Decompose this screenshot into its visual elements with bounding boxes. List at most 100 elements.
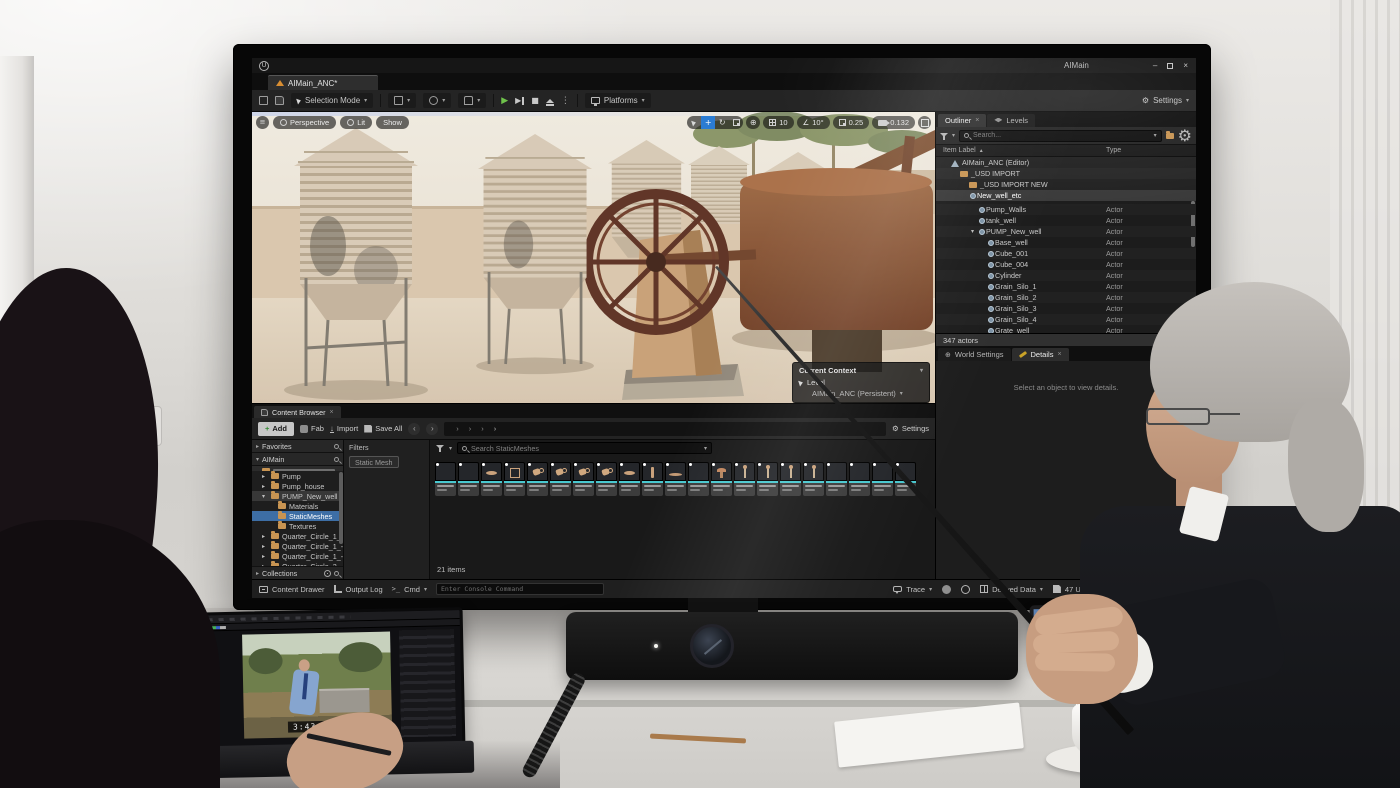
asset-tile[interactable]	[803, 462, 824, 496]
tab-levels[interactable]: Levels	[987, 114, 1035, 127]
folder-row[interactable]: ▸ Pump_house	[252, 481, 343, 491]
asset-tile[interactable]	[826, 462, 847, 496]
expand-arrow-icon[interactable]: ▸	[262, 473, 268, 480]
close-icon[interactable]: ×	[330, 409, 334, 416]
breadcrumb-segment[interactable]	[464, 424, 477, 433]
search-icon[interactable]	[334, 457, 339, 462]
outliner-row[interactable]: Cube_001 Actor	[936, 248, 1196, 259]
outliner-row[interactable]: Base_well Actor	[936, 237, 1196, 248]
chevron-down-icon[interactable]: ▾	[920, 367, 923, 374]
asset-tile[interactable]	[573, 462, 594, 496]
asset-tile[interactable]	[872, 462, 893, 496]
asset-tile[interactable]	[734, 462, 755, 496]
outliner-row[interactable]: Grate_well Actor	[936, 325, 1196, 333]
maximize-viewport-button[interactable]	[918, 116, 931, 129]
asset-tile[interactable]	[757, 462, 778, 496]
minimize-button[interactable]: –	[1153, 61, 1157, 70]
cmd-dropdown[interactable]: >_Cmd▾	[392, 585, 427, 594]
filter-icon[interactable]	[940, 132, 948, 140]
outliner-row[interactable]: ▾ PUMP_New_well Actor	[936, 226, 1196, 237]
play-button[interactable]: ▶	[501, 96, 508, 106]
folder-row[interactable]: ▸ Quarter_Circle_2_-_Col	[252, 561, 343, 566]
rotation-snap-control[interactable]: ∠10°	[797, 116, 830, 129]
stop-button[interactable]: ■	[531, 96, 539, 105]
settings-button[interactable]: Settings	[1153, 96, 1182, 105]
asset-tile[interactable]	[481, 462, 502, 496]
tab-content-browser[interactable]: Content Browser ×	[254, 406, 341, 418]
viewport[interactable]: ≡ Perspective Lit Show + ↻ ⊕ 10 ∠10°	[252, 112, 935, 403]
console-input[interactable]: Enter Console Command	[436, 583, 604, 595]
world-space-toggle[interactable]: ⊕	[746, 116, 760, 129]
forward-button[interactable]: ›	[426, 423, 438, 435]
expand-arrow-icon[interactable]: ▸	[262, 543, 268, 550]
asset-tile[interactable]	[527, 462, 548, 496]
new-folder-icon[interactable]	[1166, 133, 1174, 139]
folder-row[interactable]: ▸ Quarter_Circle_1_-_Sq	[252, 551, 343, 561]
asset-tile[interactable]	[550, 462, 571, 496]
status-round-icon[interactable]	[942, 585, 951, 594]
expand-arrow-icon[interactable]: ▸	[262, 563, 268, 567]
output-log-button[interactable]: Output Log	[334, 585, 383, 594]
expand-arrow-icon[interactable]: ▸	[262, 533, 268, 540]
outliner-settings-icon[interactable]: ⚙	[1178, 126, 1192, 145]
expand-arrow-icon[interactable]: ▸	[262, 483, 268, 490]
folder-row[interactable]: Textures	[252, 521, 343, 531]
asset-tile[interactable]	[642, 462, 663, 496]
maximize-button[interactable]	[1167, 63, 1173, 69]
rotate-tool[interactable]: ↻	[715, 116, 729, 129]
folder-row[interactable]: Materials	[252, 501, 343, 511]
outliner-row[interactable]: Grain_Silo_1 Actor	[936, 281, 1196, 292]
cb-settings-button[interactable]: ⚙ Settings	[892, 424, 929, 433]
move-tool[interactable]: +	[701, 116, 715, 129]
asset-tile[interactable]	[665, 462, 686, 496]
expand-arrow-icon[interactable]: ▸	[262, 553, 268, 560]
selection-mode-button[interactable]: Selection Mode ▾	[291, 93, 373, 108]
search-icon[interactable]	[334, 571, 339, 576]
add-collection-icon[interactable]	[324, 570, 331, 577]
fab-button[interactable]: Fab	[300, 424, 324, 433]
filter-icon[interactable]	[436, 444, 444, 452]
content-icon[interactable]	[275, 96, 284, 105]
eject-button[interactable]	[546, 99, 554, 103]
asset-search-input[interactable]: Search StaticMeshes ▾	[457, 442, 712, 454]
asset-tile[interactable]	[619, 462, 640, 496]
outliner-row[interactable]: Grain_Silo_3 Actor	[936, 303, 1196, 314]
asset-tile[interactable]	[711, 462, 732, 496]
outliner-row[interactable]: _USD IMPORT NEW	[936, 179, 1196, 190]
import-button[interactable]: ↓Import	[330, 424, 358, 433]
outliner-row[interactable]: Cylinder Actor	[936, 270, 1196, 281]
scale-tool[interactable]	[729, 116, 743, 129]
tab-details[interactable]: Details ×	[1012, 348, 1069, 361]
search-icon[interactable]	[334, 444, 339, 449]
platforms-button[interactable]: Platforms ▾	[585, 93, 651, 108]
expand-arrow-icon[interactable]: ▾	[262, 493, 268, 500]
asset-tile[interactable]	[849, 462, 870, 496]
viewport-menu-icon[interactable]: ≡	[256, 116, 269, 129]
outliner-row[interactable]: Grain_Silo_2 Actor	[936, 292, 1196, 303]
tab-outliner[interactable]: Outliner×	[938, 114, 986, 127]
asset-tile[interactable]	[458, 462, 479, 496]
lit-dropdown[interactable]: Lit	[340, 116, 372, 129]
content-drawer-button[interactable]: Content Drawer	[259, 585, 325, 594]
asset-tile[interactable]	[504, 462, 525, 496]
camera-speed-control[interactable]: 0.132	[872, 116, 915, 129]
collections-header[interactable]: ▸Collections	[252, 566, 343, 579]
grid-snap-control[interactable]: 10	[763, 116, 793, 129]
select-tool[interactable]	[687, 116, 701, 129]
breadcrumb-segment[interactable]	[451, 424, 464, 433]
outliner-row[interactable]: _USD IMPORT	[936, 168, 1196, 179]
back-button[interactable]: ‹	[408, 423, 420, 435]
derived-data-dropdown[interactable]: Derived Data▾	[980, 585, 1043, 594]
filter-chip-static-mesh[interactable]: Static Mesh	[349, 456, 399, 468]
folder-row[interactable]: StaticMeshes	[252, 511, 343, 521]
status-round-icon[interactable]	[961, 585, 970, 594]
close-icon[interactable]: ×	[1057, 351, 1061, 358]
skip-button[interactable]: ▶	[515, 97, 524, 105]
blueprints-button[interactable]: ▾	[423, 93, 451, 108]
folder-row[interactable]: ▸ Quarter_Circle_1_-_Rou	[252, 541, 343, 551]
add-actor-button[interactable]: ▾	[388, 93, 416, 108]
outliner-row[interactable]: Cube_004 Actor	[936, 259, 1196, 270]
close-button[interactable]: ×	[1183, 61, 1188, 70]
asset-tile[interactable]	[435, 462, 456, 496]
asset-tile[interactable]	[688, 462, 709, 496]
